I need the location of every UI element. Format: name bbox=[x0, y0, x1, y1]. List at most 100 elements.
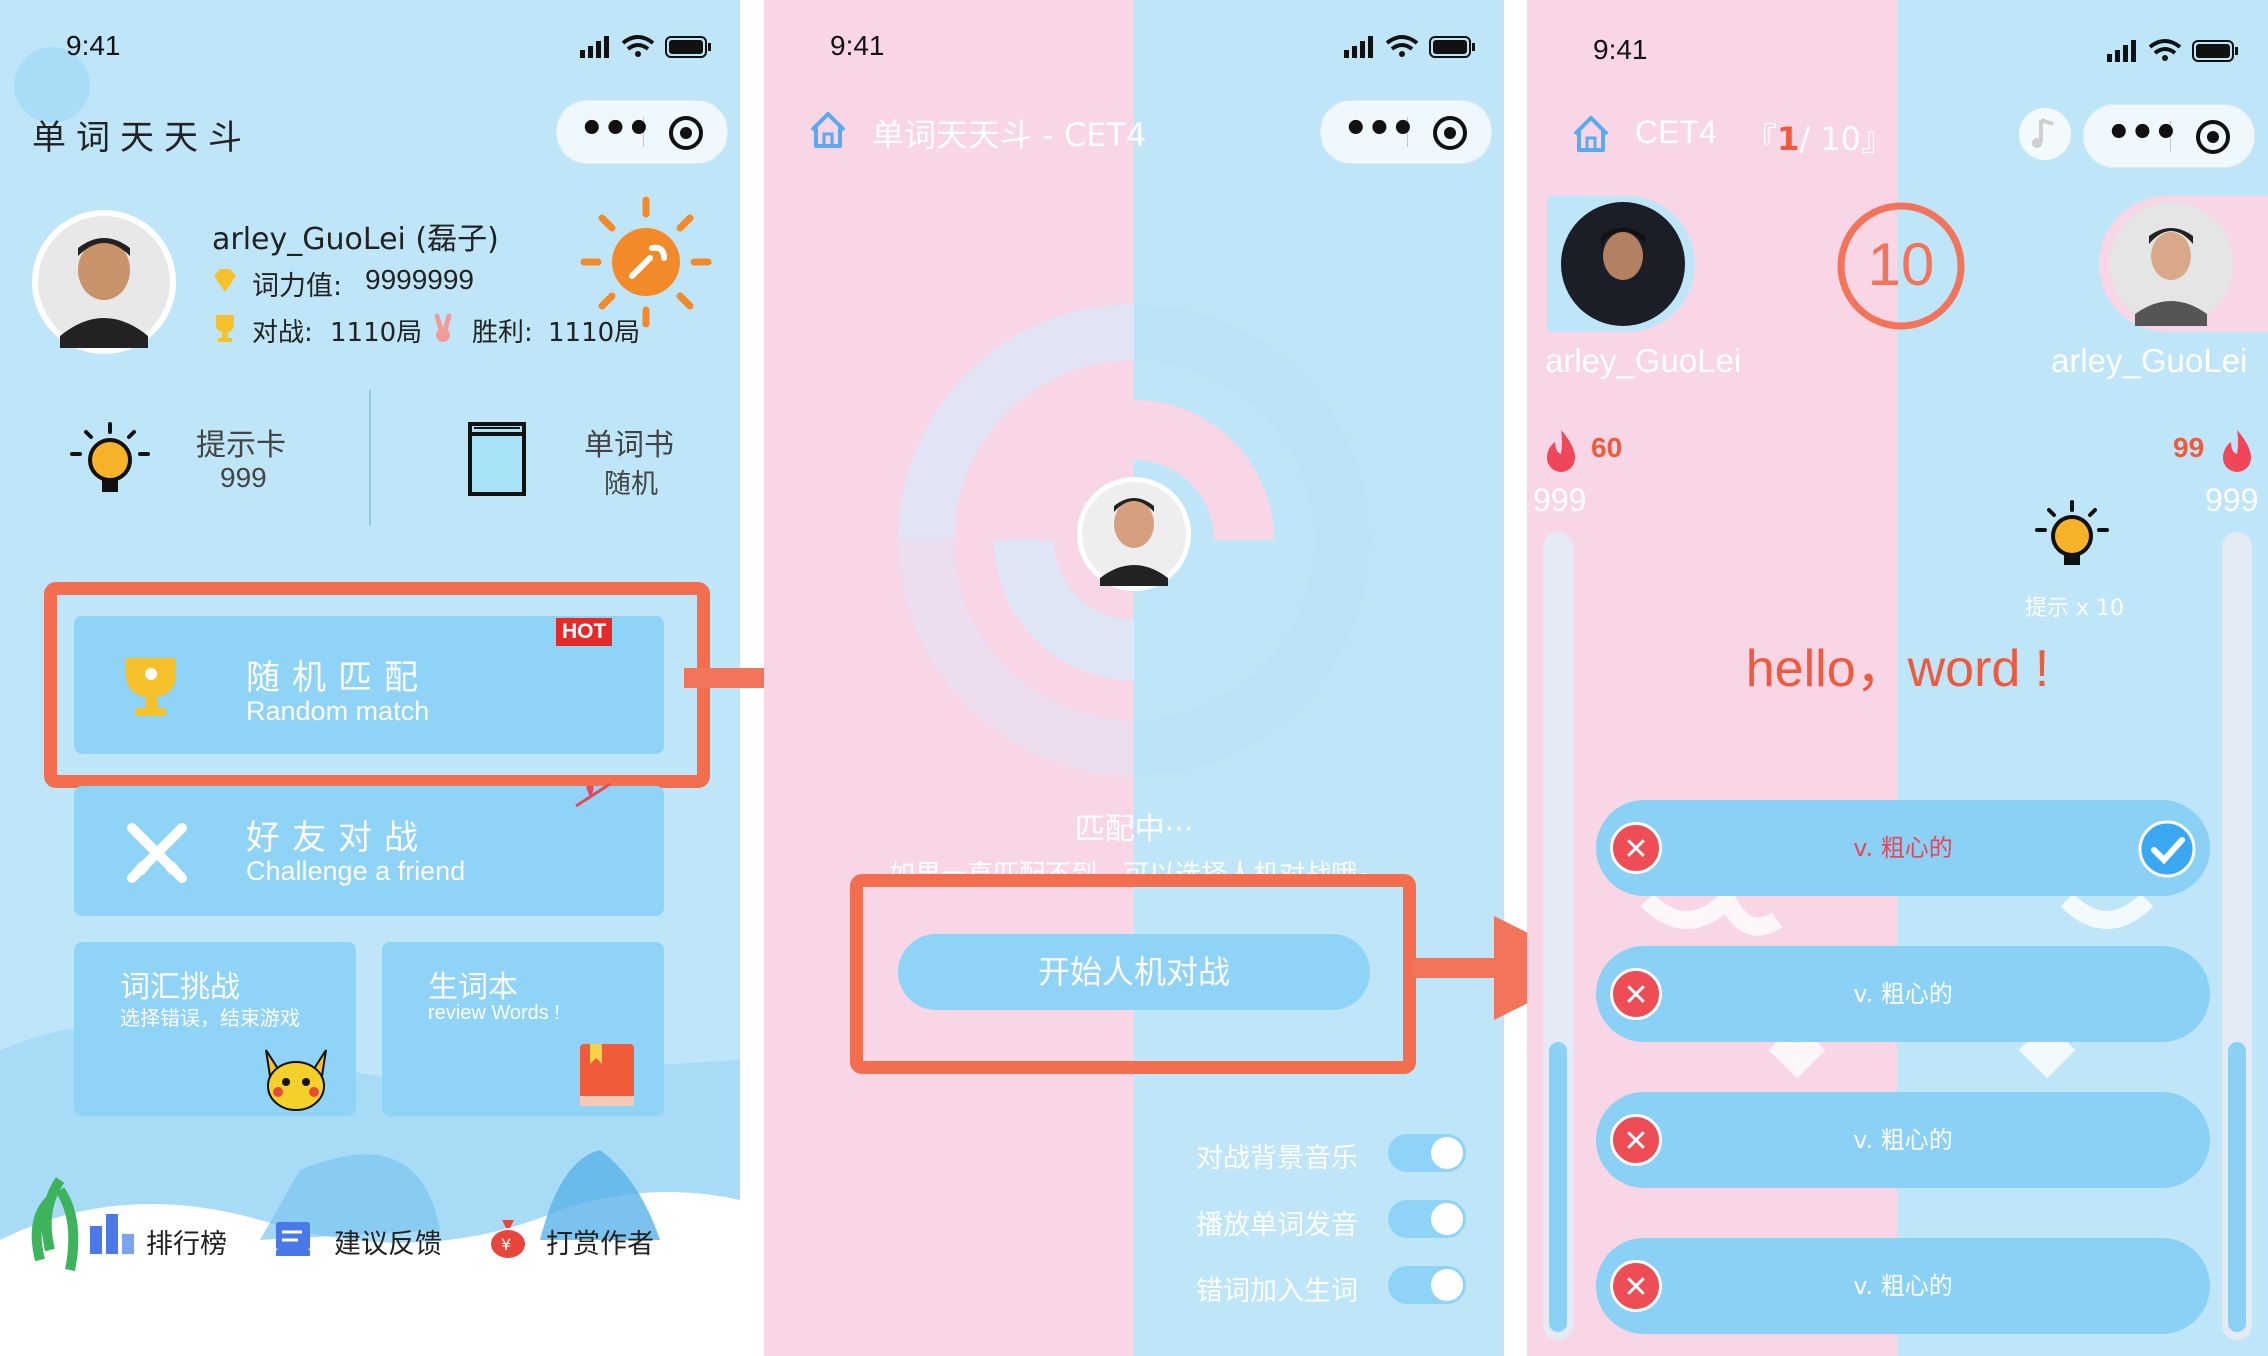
progress-total: / 10 bbox=[1799, 120, 1861, 158]
pronounce-toggle[interactable] bbox=[1388, 1200, 1466, 1238]
word-book-label: 单词书 bbox=[584, 428, 674, 463]
home-icon[interactable] bbox=[808, 110, 848, 150]
bulb-icon bbox=[70, 422, 150, 492]
pikachu-icon bbox=[265, 1049, 327, 1111]
answer-option-1[interactable]: ✕ v. 粗心的 bbox=[1596, 800, 2210, 896]
more-icon[interactable]: ••• bbox=[579, 109, 652, 149]
answer-option-4[interactable]: ✕ v. 粗心的 bbox=[1596, 1238, 2210, 1334]
svg-text:¥: ¥ bbox=[501, 1235, 511, 1254]
feedback-icon bbox=[276, 1222, 310, 1256]
highlight-random-match bbox=[44, 582, 710, 788]
avatar[interactable] bbox=[30, 208, 178, 356]
friend-battle-button[interactable]: 好友对战 Challenge a friend bbox=[74, 782, 664, 916]
mini-program-capsule[interactable]: ••• bbox=[556, 100, 728, 164]
left-player-name: arley_GuoLei bbox=[1545, 342, 1742, 379]
battle-screen: 9:41 CET4 『1/ 10』 ••• arley_GuoLei 10 ar… bbox=[1527, 0, 2268, 1356]
new-words-title: 生词本 bbox=[428, 970, 518, 1005]
status-time: 9:41 bbox=[66, 30, 121, 61]
red-book-icon bbox=[580, 1044, 634, 1106]
countdown-number: 10 bbox=[1867, 231, 1935, 298]
music-icon[interactable] bbox=[2017, 106, 2073, 162]
money-bag-icon: ¥ bbox=[491, 1220, 525, 1258]
question-word: hello，word ! bbox=[1745, 640, 2050, 698]
status-time: 9:41 bbox=[830, 30, 885, 61]
status-icons bbox=[2107, 39, 2238, 62]
question-progress: 『1/ 10』 bbox=[1745, 114, 1893, 160]
matching-screen: 9:41 单词天天斗 - CET4 ••• 匹配中··· 如果一直匹配不到，可以… bbox=[764, 0, 1504, 1356]
status-icons bbox=[1344, 35, 1475, 58]
hint-count: 提示 x 10 bbox=[2025, 596, 2125, 621]
hint-card-value: 999 bbox=[220, 462, 267, 493]
more-icon[interactable]: ••• bbox=[2106, 113, 2179, 153]
close-target-icon[interactable] bbox=[2196, 120, 2230, 154]
avatar bbox=[1077, 477, 1191, 591]
vocab-challenge-subtitle: 选择错误，结束游戏 bbox=[120, 1006, 300, 1030]
home-icon[interactable] bbox=[1571, 114, 1611, 154]
battles-value: 1110局 bbox=[330, 318, 423, 348]
user-name: arley_GuoLei (磊子) bbox=[212, 222, 499, 257]
answer-text: v. 粗心的 bbox=[1853, 1272, 1953, 1300]
more-icon[interactable]: ••• bbox=[1343, 109, 1416, 149]
close-target-icon[interactable] bbox=[669, 116, 703, 150]
matching-text: 匹配中··· bbox=[1074, 812, 1194, 847]
matching-tip: 如果一直匹配不到，可以选择人机对战哦~ bbox=[764, 854, 1504, 874]
crossed-swords-icon bbox=[127, 823, 187, 883]
hint-bulb-icon[interactable] bbox=[2035, 498, 2109, 576]
settings-sun-icon[interactable] bbox=[580, 196, 712, 328]
answer-text: v. 粗心的 bbox=[1853, 834, 1953, 862]
right-progress-fill bbox=[2228, 1042, 2246, 1332]
progress-current: 1 bbox=[1777, 120, 1800, 158]
diamond-icon bbox=[214, 269, 236, 292]
right-player-avatar bbox=[2099, 196, 2268, 332]
answer-option-3[interactable]: ✕ v. 粗心的 bbox=[1596, 1092, 2210, 1188]
vocab-challenge-title: 词汇挑战 bbox=[120, 970, 240, 1005]
word-book-value: 随机 bbox=[604, 469, 658, 500]
setting-pronounce-label: 播放单词发音 bbox=[1196, 1210, 1358, 1241]
app-title: 单词天天斗 bbox=[32, 118, 252, 158]
left-fire-count: 60 bbox=[1591, 432, 1623, 463]
word-power-value: 9999999 bbox=[365, 264, 475, 295]
new-words-button[interactable]: 生词本 review Words ! bbox=[382, 942, 664, 1116]
wins-label: 胜利: bbox=[472, 318, 533, 348]
vocab-challenge-button[interactable]: 词汇挑战 选择错误，结束游戏 bbox=[74, 942, 356, 1116]
friend-battle-title: 好友对战 bbox=[246, 818, 430, 858]
bgm-toggle[interactable] bbox=[1388, 1134, 1466, 1172]
mini-program-capsule[interactable]: ••• bbox=[1320, 100, 1492, 164]
leaderboard-icon bbox=[90, 1214, 134, 1254]
setting-wrong-words-label: 错词加入生词 bbox=[1196, 1276, 1358, 1307]
book-icon[interactable] bbox=[466, 420, 528, 498]
correct-check-icon bbox=[2138, 820, 2196, 878]
battles-label: 对战: bbox=[252, 318, 313, 348]
right-fire-count: 99 bbox=[2173, 432, 2205, 463]
answer-option-2[interactable]: ✕ v. 粗心的 bbox=[1596, 946, 2210, 1042]
nav-feedback[interactable]: 建议反馈 bbox=[334, 1222, 442, 1261]
home-screen: 9:41 单词天天斗 ••• arley_GuoLei (磊子) 词力值: 99… bbox=[0, 0, 740, 1356]
nav-reward-author[interactable]: 打赏作者 bbox=[546, 1222, 654, 1261]
progress-close: 』 bbox=[1860, 120, 1893, 158]
wrong-words-toggle[interactable] bbox=[1388, 1266, 1466, 1304]
level-label: CET4 bbox=[1635, 114, 1717, 150]
highlight-ai-battle bbox=[850, 874, 1416, 1074]
answer-text: v. 粗心的 bbox=[1853, 980, 1953, 1008]
answer-text: v. 粗心的 bbox=[1853, 1126, 1953, 1154]
mini-program-capsule[interactable]: ••• bbox=[2083, 104, 2255, 168]
friend-battle-subtitle: Challenge a friend bbox=[246, 856, 466, 886]
hint-card-label: 提示卡 bbox=[196, 428, 286, 463]
right-player-name: arley_GuoLei bbox=[2051, 342, 2248, 379]
trophy-icon bbox=[216, 315, 234, 342]
page-title: 单词天天斗 - CET4 bbox=[872, 116, 1147, 154]
nav-leaderboard[interactable]: 排行榜 bbox=[146, 1222, 227, 1261]
close-target-icon[interactable] bbox=[1433, 116, 1467, 150]
fire-icon bbox=[1547, 430, 1575, 472]
progress-open: 『 bbox=[1745, 120, 1778, 158]
left-player-avatar bbox=[1547, 196, 1695, 332]
victory-hand-icon bbox=[434, 313, 452, 342]
left-progress-fill bbox=[1549, 1042, 1567, 1332]
new-words-subtitle: review Words ! bbox=[428, 1002, 560, 1024]
status-icons bbox=[580, 35, 711, 58]
status-time: 9:41 bbox=[1593, 34, 1648, 65]
left-score: 999 bbox=[1533, 482, 1587, 518]
divider bbox=[369, 390, 371, 526]
fire-icon bbox=[2223, 430, 2251, 472]
right-score: 999 bbox=[2205, 482, 2259, 518]
